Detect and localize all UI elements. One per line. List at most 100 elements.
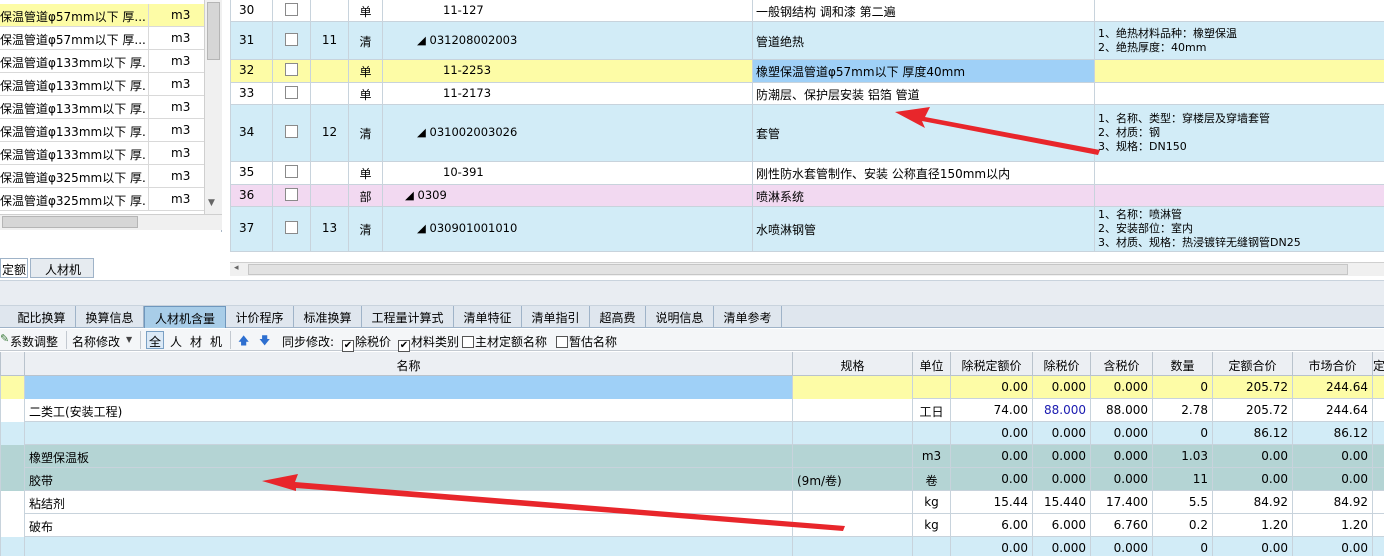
list-item[interactable]: 保温管道φ325mm以下 厚... m3 — [0, 188, 204, 211]
tab-8[interactable]: 清单指引 — [522, 306, 590, 328]
cell-qty[interactable]: 0 — [1152, 537, 1212, 556]
cell-spec[interactable] — [792, 399, 912, 422]
row-item-name[interactable]: 一般钢结构 调和漆 第二遍 — [752, 0, 1094, 21]
tab-5[interactable]: 标准换算 — [294, 306, 362, 328]
cell-name[interactable] — [24, 376, 792, 399]
cell-q2[interactable]: 86.12 — [1292, 422, 1372, 445]
cell-v3[interactable]: 17.400 — [1090, 491, 1152, 514]
scrollbar-thumb[interactable] — [2, 216, 138, 228]
row-item-name[interactable]: 水喷淋钢管 — [752, 207, 1094, 251]
table-row[interactable]: 31 11 清 ◢ 031208002003 管道绝热 1、绝热材料品种：橡塑保温 2、绝… — [230, 22, 1384, 60]
cell-q1[interactable]: 84.92 — [1212, 491, 1292, 514]
cell-q1[interactable]: 205.72 — [1212, 376, 1292, 399]
row-checkbox[interactable] — [285, 125, 298, 138]
row-item-name[interactable]: 喷淋系统 — [752, 185, 1094, 206]
tab-4[interactable]: 计价程序 — [226, 306, 294, 328]
cell-q2[interactable]: 1.20 — [1292, 514, 1372, 537]
cell-v3[interactable]: 0.000 — [1090, 422, 1152, 445]
list-item[interactable]: 保温管道φ57mm以下 厚... m3 — [0, 4, 204, 27]
table-row[interactable]: 35 单 10-391 刚性防水套管制作、安装 公称直径150mm以内 — [230, 162, 1384, 185]
cell-v1[interactable]: 6.00 — [950, 514, 1032, 537]
left-vertical-scrollbar[interactable]: ▼ — [204, 0, 222, 214]
cell-v3[interactable]: 6.760 — [1090, 514, 1152, 537]
cell-spec[interactable] — [792, 376, 912, 399]
cell-name[interactable]: 二类工(安装工程) — [24, 399, 792, 422]
list-item[interactable]: 保温管道φ133mm以下 厚... m3 — [0, 96, 204, 119]
table-row[interactable]: 36 部 ◢ 0309 喷淋系统 — [230, 185, 1384, 207]
tab-7[interactable]: 清单特征 — [454, 306, 522, 328]
move-down-icon[interactable]: 🡇 — [259, 332, 270, 351]
cell-v3[interactable]: 0.000 — [1090, 537, 1152, 556]
cell-v3[interactable]: 0.000 — [1090, 468, 1152, 491]
cell-q2[interactable]: 0.00 — [1292, 537, 1372, 556]
cell-unit[interactable] — [912, 537, 950, 556]
table-row[interactable]: 粘结剂 kg 15.44 15.440 17.400 5.5 84.92 84.92 — [0, 491, 1384, 514]
table-row[interactable]: 34 12 清 ◢ 031002003026 套管 1、名称、类型：穿楼层及穿墙套管 2、… — [230, 105, 1384, 162]
row-item-name[interactable]: 套管 — [752, 105, 1094, 161]
row-item-name[interactable]: 橡塑保温管道φ57mm以下 厚度40mm — [752, 60, 1094, 82]
cell-v1[interactable]: 0.00 — [950, 445, 1032, 468]
cell-v2[interactable]: 0.000 — [1032, 422, 1090, 445]
cell-spec[interactable] — [792, 445, 912, 468]
row-checkbox[interactable] — [285, 165, 298, 178]
filter-labor-button[interactable]: 人 — [170, 333, 182, 350]
row-item-name[interactable]: 管道绝热 — [752, 22, 1094, 59]
cell-q1[interactable]: 0.00 — [1212, 445, 1292, 468]
cell-spec[interactable] — [792, 537, 912, 556]
cell-v2[interactable]: 6.000 — [1032, 514, 1090, 537]
tab-1[interactable]: 配比换算 — [8, 306, 76, 328]
cell-v1[interactable]: 74.00 — [950, 399, 1032, 422]
cell-spec[interactable] — [792, 422, 912, 445]
filter-machine-button[interactable]: 机 — [210, 333, 222, 350]
cell-qty[interactable]: 11 — [1152, 468, 1212, 491]
cell-v1[interactable]: 0.00 — [950, 537, 1032, 556]
cell-unit[interactable] — [912, 422, 950, 445]
scrollbar-thumb[interactable] — [248, 264, 1348, 275]
row-checkbox[interactable] — [285, 221, 298, 234]
table-row[interactable]: 橡塑保温板 m3 0.00 0.000 0.000 1.03 0.00 0.00 — [0, 445, 1384, 468]
cell-name[interactable] — [24, 422, 792, 445]
cell-qty[interactable]: 5.5 — [1152, 491, 1212, 514]
cell-unit[interactable]: kg — [912, 491, 950, 514]
cell-q1[interactable]: 0.00 — [1212, 468, 1292, 491]
cell-q2[interactable]: 0.00 — [1292, 445, 1372, 468]
cell-unit[interactable]: m3 — [912, 445, 950, 468]
move-up-icon[interactable]: 🡅 — [238, 332, 249, 351]
table-row[interactable]: 37 13 清 ◢ 030901001010 水喷淋钢管 1、名称：喷淋管 2、安装部位：… — [230, 207, 1384, 252]
table-row[interactable]: 二类工(安装工程) 工日 74.00 88.000 88.000 2.78 205.72 24… — [0, 399, 1384, 422]
filter-material-button[interactable]: 材 — [190, 333, 202, 350]
table-row[interactable]: 33 单 11-2173 防潮层、保护层安装 铝箔 管道 — [230, 83, 1384, 105]
cell-v3[interactable]: 0.000 — [1090, 376, 1152, 399]
cell-q2[interactable]: 244.64 — [1292, 376, 1372, 399]
cell-v1[interactable]: 0.00 — [950, 376, 1032, 399]
checkbox[interactable]: ✔ — [342, 340, 354, 352]
cell-q2[interactable]: 0.00 — [1292, 468, 1372, 491]
table-row[interactable]: 0.00 0.000 0.000 0 205.72 244.64 — [0, 376, 1384, 399]
filter-all-button[interactable]: 全 — [146, 331, 164, 349]
list-item[interactable]: 保温管道φ133mm以下 厚... m3 — [0, 119, 204, 142]
cell-unit[interactable]: 卷 — [912, 468, 950, 491]
main-horizontal-scrollbar[interactable]: ◂ — [230, 262, 1384, 276]
row-checkbox[interactable] — [285, 33, 298, 46]
sync-option[interactable]: ✔ 材料类别 — [398, 333, 459, 352]
checkbox[interactable] — [462, 336, 474, 348]
cell-qty[interactable]: 2.78 — [1152, 399, 1212, 422]
table-row[interactable]: 胶带 (9m/卷) 卷 0.00 0.000 0.000 11 0.00 0.00 — [0, 468, 1384, 491]
tab-quota[interactable]: 定额 — [0, 258, 28, 278]
cell-q2[interactable]: 244.64 — [1292, 399, 1372, 422]
row-item-name[interactable]: 刚性防水套管制作、安装 公称直径150mm以内 — [752, 162, 1094, 184]
cell-q2[interactable]: 84.92 — [1292, 491, 1372, 514]
checkbox[interactable] — [556, 336, 568, 348]
sync-option[interactable]: ✔ 除税价 — [342, 333, 391, 352]
cell-v2[interactable]: 88.000 — [1032, 399, 1090, 422]
cell-v1[interactable]: 15.44 — [950, 491, 1032, 514]
cell-qty[interactable]: 0 — [1152, 422, 1212, 445]
table-row[interactable]: 30 单 11-127 一般钢结构 调和漆 第二遍 — [230, 0, 1384, 22]
cell-qty[interactable]: 0 — [1152, 376, 1212, 399]
cell-name[interactable]: 胶带 — [24, 468, 792, 491]
cell-v3[interactable]: 0.000 — [1090, 445, 1152, 468]
cell-v3[interactable]: 88.000 — [1090, 399, 1152, 422]
chevron-down-icon[interactable]: ▼ — [126, 335, 132, 344]
cell-v2[interactable]: 0.000 — [1032, 376, 1090, 399]
row-checkbox[interactable] — [285, 188, 298, 201]
